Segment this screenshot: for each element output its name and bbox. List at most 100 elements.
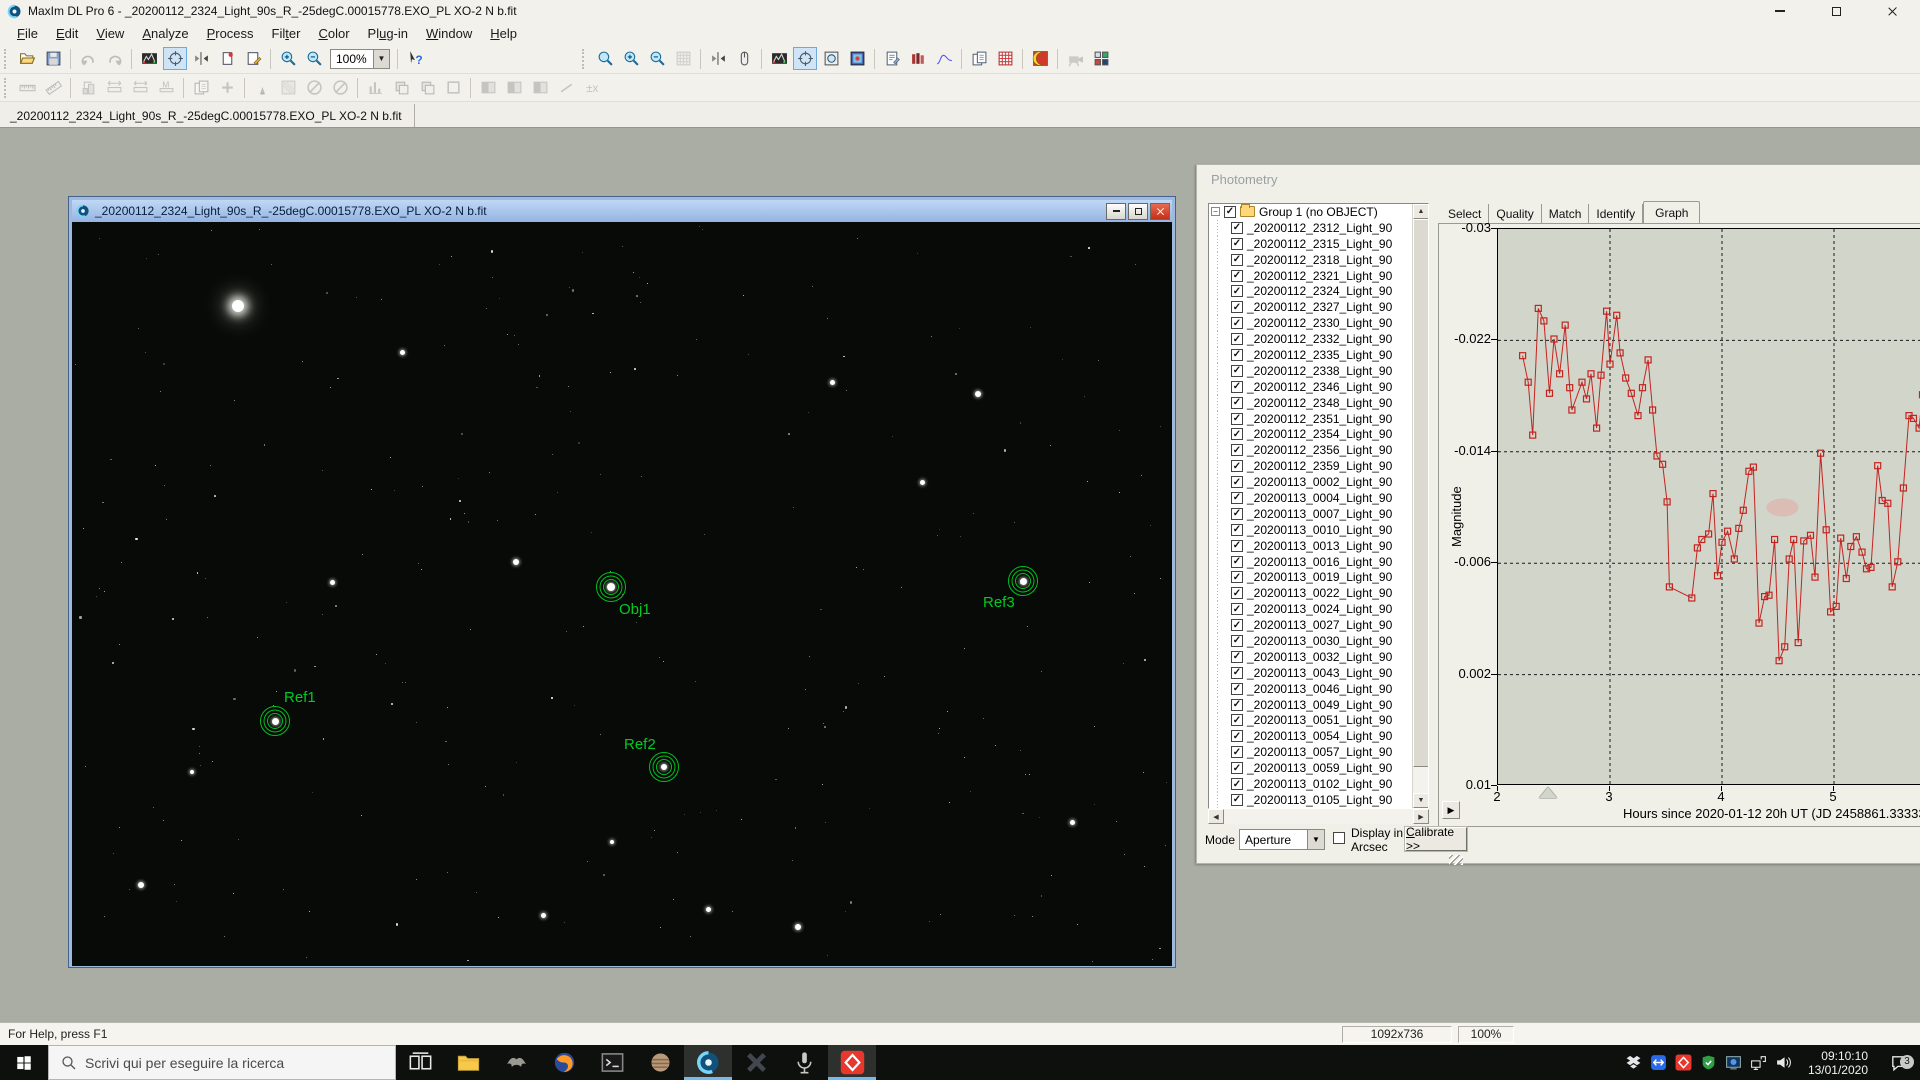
open-file-button[interactable] [15, 47, 39, 70]
file-row[interactable]: ✓_20200112_2346_Light_90 [1209, 379, 1428, 395]
file-row[interactable]: ✓_20200112_2327_Light_90 [1209, 299, 1428, 315]
histogram-window-button[interactable] [363, 76, 387, 99]
file-checkbox[interactable]: ✓ [1231, 333, 1243, 345]
file-checkbox[interactable]: ✓ [1231, 667, 1243, 679]
image-window-titlebar[interactable]: _20200112_2324_Light_90s_R_-25degC.00015… [72, 200, 1172, 222]
taskbar-search-input[interactable]: Scrivi qui per eseguire la ricerca [48, 1045, 396, 1080]
file-row[interactable]: ✓_20200113_0007_Light_90 [1209, 506, 1428, 522]
group-checkbox[interactable]: ✓ [1224, 206, 1236, 218]
scroll-left-button[interactable]: ◀ [1208, 809, 1224, 824]
zoom-level-combo[interactable]: 100%▼ [330, 49, 390, 69]
firefox-button[interactable] [540, 1045, 588, 1080]
magnitude-ruler-button[interactable] [154, 76, 178, 99]
crosshair-mode-button[interactable] [163, 47, 187, 70]
redo-button[interactable] [102, 47, 126, 70]
screen-stretch-2-button[interactable] [767, 47, 791, 70]
file-checkbox[interactable]: ✓ [1231, 603, 1243, 615]
toolbar-grip[interactable] [4, 49, 8, 69]
file-row[interactable]: ✓_20200113_0002_Light_90 [1209, 474, 1428, 490]
structure-button[interactable] [76, 76, 100, 99]
scroll-down-button[interactable]: ▼ [1413, 793, 1429, 808]
file-row[interactable]: ✓_20200112_2318_Light_90 [1209, 252, 1428, 268]
maxim-dl-button[interactable] [684, 1045, 732, 1080]
file-row[interactable]: ✓_20200113_0046_Light_90 [1209, 681, 1428, 697]
magnify-button[interactable] [593, 47, 617, 70]
pixel-grid-button[interactable] [671, 47, 695, 70]
remove-gradient-button[interactable] [302, 76, 326, 99]
file-checkbox[interactable]: ✓ [1231, 285, 1243, 297]
scroll-right-button[interactable]: ▶ [1413, 809, 1429, 824]
volume-tray-icon[interactable] [1771, 1054, 1796, 1071]
calibration-button[interactable] [580, 76, 604, 99]
file-row[interactable]: ✓_20200112_2335_Light_90 [1209, 347, 1428, 363]
photometry-marker-ref3[interactable]: Ref3 [1006, 564, 1040, 603]
night-vision-button[interactable] [1028, 47, 1052, 70]
texture-button[interactable] [276, 76, 300, 99]
photometry-marker-ref2[interactable]: Ref2 [647, 750, 681, 789]
fits-header-button[interactable] [880, 47, 904, 70]
file-row[interactable]: ✓_20200113_0043_Light_90 [1209, 665, 1428, 681]
file-row[interactable]: ✓_20200113_0016_Light_90 [1209, 554, 1428, 570]
file-checkbox[interactable]: ✓ [1231, 683, 1243, 695]
resize-grip[interactable] [1449, 855, 1463, 865]
graph-advance-button[interactable]: ▶ [1442, 801, 1460, 819]
magnify-window-button[interactable] [819, 47, 843, 70]
menu-view[interactable]: View [87, 24, 133, 43]
file-checkbox[interactable]: ✓ [1231, 571, 1243, 583]
tab-graph[interactable]: Graph [1643, 201, 1700, 225]
crosshair-2-button[interactable] [793, 47, 817, 70]
file-row[interactable]: ✓_20200113_0030_Light_90 [1209, 633, 1428, 649]
mouse-mode-button[interactable] [732, 47, 756, 70]
file-checkbox[interactable]: ✓ [1231, 508, 1243, 520]
zoom-in-2-button[interactable] [619, 47, 643, 70]
flip-2-button[interactable] [706, 47, 730, 70]
image-close-button[interactable] [1150, 203, 1170, 220]
task-view-button[interactable] [396, 1045, 444, 1080]
light-curve-plot[interactable] [1497, 228, 1920, 785]
red-diamond-app-button[interactable] [828, 1045, 876, 1080]
calibrate-button[interactable]: Calibrate >> [1405, 827, 1467, 851]
file-row[interactable]: ✓_20200112_2348_Light_90 [1209, 395, 1428, 411]
selection-box-button[interactable] [441, 76, 465, 99]
file-checkbox[interactable]: ✓ [1231, 794, 1243, 806]
file-checkbox[interactable]: ✓ [1231, 476, 1243, 488]
file-checkbox[interactable]: ✓ [1231, 444, 1243, 456]
zoom-out-button[interactable] [302, 47, 326, 70]
photometry-marker-obj1[interactable]: Obj1 [594, 570, 628, 609]
gradient-3-button[interactable] [528, 76, 552, 99]
tree-vertical-scrollbar[interactable]: ▲▼ [1412, 204, 1428, 808]
dropbox-tray-icon[interactable] [1621, 1054, 1646, 1071]
file-row[interactable]: ✓_20200113_0004_Light_90 [1209, 490, 1428, 506]
taskbar-clock[interactable]: 09:10:10 13/01/2020 [1808, 1049, 1868, 1077]
information-window-button[interactable] [845, 47, 869, 70]
batch-process-button[interactable] [967, 47, 991, 70]
file-checkbox[interactable]: ✓ [1231, 460, 1243, 472]
undo-button[interactable] [76, 47, 100, 70]
file-row[interactable]: ✓_20200112_2359_Light_90 [1209, 458, 1428, 474]
display-arcsec-checkbox[interactable] [1333, 832, 1345, 844]
file-row[interactable]: ✓_20200113_0024_Light_90 [1209, 601, 1428, 617]
file-checkbox[interactable]: ✓ [1231, 349, 1243, 361]
gradient-1-button[interactable] [476, 76, 500, 99]
teamviewer-tray-icon[interactable] [1646, 1054, 1671, 1071]
file-checkbox[interactable]: ✓ [1231, 762, 1243, 774]
menu-file[interactable]: File [8, 24, 47, 43]
document-tab[interactable]: _20200112_2324_Light_90s_R_-25degC.00015… [0, 104, 415, 127]
zoom-out-2-button[interactable] [645, 47, 669, 70]
file-explorer-button[interactable] [444, 1045, 492, 1080]
imaging-tray-icon[interactable] [1721, 1054, 1746, 1071]
star-field-image[interactable]: Obj1Ref1Ref2Ref3 [72, 222, 1172, 966]
file-checkbox[interactable]: ✓ [1231, 238, 1243, 250]
file-checkbox[interactable]: ✓ [1231, 524, 1243, 536]
menu-help[interactable]: Help [481, 24, 526, 43]
close-button[interactable] [1864, 0, 1920, 22]
tab-identify[interactable]: Identify [1589, 204, 1643, 224]
photometry-panel[interactable]: Photometry −✓Group 1 (no OBJECT)✓_202001… [1196, 164, 1920, 864]
file-row[interactable]: ✓_20200113_0102_Light_90 [1209, 776, 1428, 792]
edit-settings-button[interactable] [241, 47, 265, 70]
file-checkbox[interactable]: ✓ [1231, 556, 1243, 568]
file-checkbox[interactable]: ✓ [1231, 619, 1243, 631]
scale-2-button[interactable] [128, 76, 152, 99]
file-checkbox[interactable]: ✓ [1231, 587, 1243, 599]
menu-plugin[interactable]: Plug-in [359, 24, 417, 43]
